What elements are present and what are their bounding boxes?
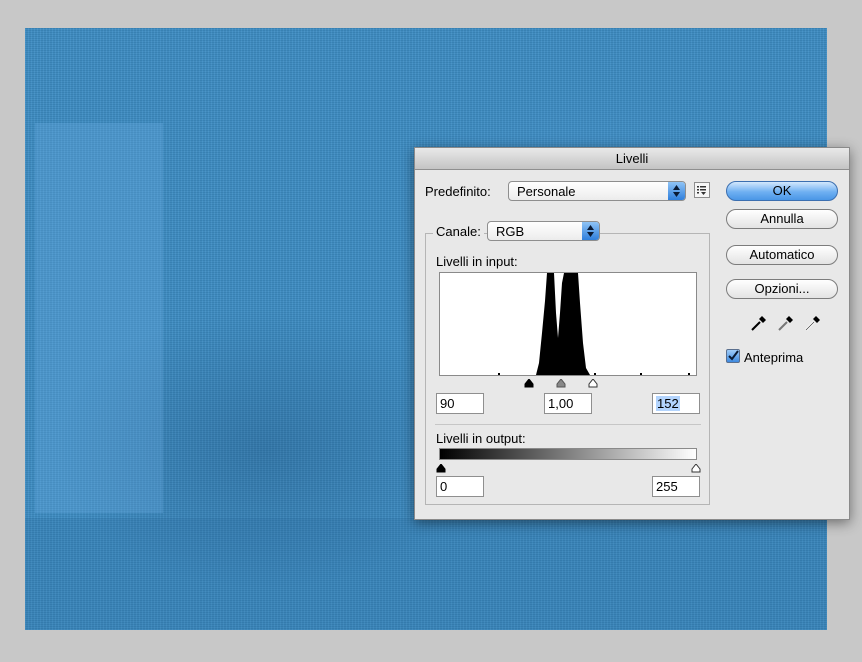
preview-label: Anteprima: [744, 350, 804, 365]
light-patch: [35, 123, 163, 513]
gray-eyedropper-icon[interactable]: [777, 314, 795, 335]
cancel-button[interactable]: Annulla: [726, 209, 838, 229]
input-levels-label: Livelli in input:: [436, 254, 518, 269]
preset-label: Predefinito:: [425, 184, 491, 199]
input-black-slider[interactable]: [524, 376, 534, 391]
channel-popup[interactable]: RGB: [487, 221, 600, 241]
preset-popup[interactable]: Personale: [508, 181, 686, 201]
popup-arrows-icon: [668, 182, 685, 200]
popup-arrows-icon: [582, 222, 599, 240]
input-gamma-slider[interactable]: [556, 376, 566, 391]
input-white-field[interactable]: 152: [652, 393, 700, 414]
options-button[interactable]: Opzioni...: [726, 279, 838, 299]
auto-button[interactable]: Automatico: [726, 245, 838, 265]
input-white-slider[interactable]: [588, 376, 598, 391]
channel-label: Canale:: [433, 224, 484, 239]
output-levels-label: Livelli in output:: [436, 431, 526, 446]
input-black-field[interactable]: 90: [436, 393, 484, 414]
input-white-value: 152: [656, 396, 680, 411]
output-black-slider[interactable]: [436, 461, 446, 476]
black-eyedropper-icon[interactable]: [750, 314, 768, 335]
dialog-title[interactable]: Livelli: [415, 148, 849, 170]
preset-menu-icon[interactable]: [694, 182, 710, 198]
white-eyedropper-icon[interactable]: [804, 314, 822, 335]
ok-button[interactable]: OK: [726, 181, 838, 201]
output-gradient: [439, 448, 697, 460]
channel-value: RGB: [496, 224, 525, 239]
preview-checkbox[interactable]: [726, 349, 740, 363]
input-gamma-field[interactable]: 1,00: [544, 393, 592, 414]
output-black-field[interactable]: 0: [436, 476, 484, 497]
histogram-shape: [536, 273, 590, 375]
preset-value: Personale: [517, 184, 576, 199]
levels-dialog: Livelli Predefinito: Personale Canale: R…: [414, 147, 850, 520]
histogram: [439, 272, 697, 376]
output-white-slider[interactable]: [691, 461, 701, 476]
output-white-field[interactable]: 255: [652, 476, 700, 497]
separator: [435, 424, 701, 425]
dark-band: [25, 518, 827, 630]
